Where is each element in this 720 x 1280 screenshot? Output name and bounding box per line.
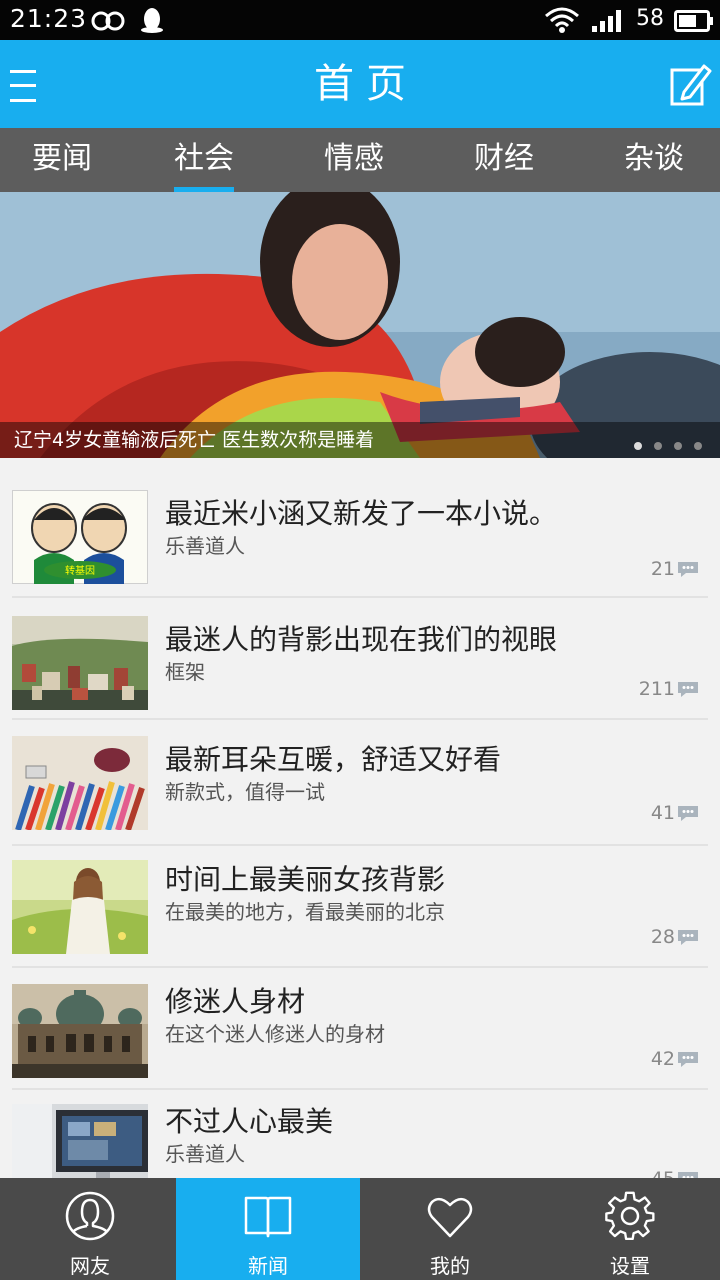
book-icon — [244, 1196, 292, 1238]
bottom-nav: 网友 新闻 我的 设置 — [0, 1178, 720, 1280]
news-subtitle: 乐善道人 — [165, 534, 245, 558]
nav-friends[interactable]: 网友 — [0, 1178, 180, 1280]
battery-level: 58 — [636, 6, 664, 31]
tab-zatan[interactable]: 杂谈 — [582, 128, 720, 192]
edit-icon[interactable] — [668, 60, 712, 108]
featured-banner[interactable]: 辽宁4岁女童输液后死亡 医生数次称是睡着 — [0, 192, 720, 458]
nav-settings[interactable]: 设置 — [540, 1178, 720, 1280]
news-item[interactable]: 最新耳朵互暖，舒适又好看 新款式，值得一试 41 — [12, 720, 708, 846]
news-subtitle: 乐善道人 — [165, 1142, 245, 1166]
heart-icon — [427, 1197, 473, 1238]
banner-caption-bar: 辽宁4岁女童输液后死亡 医生数次称是睡着 — [0, 422, 720, 458]
news-item[interactable]: 转基因 最近米小涵又新发了一本小说。 乐善道人 21 — [12, 482, 708, 598]
news-title: 最迷人的背影出现在我们的视眼 — [165, 623, 558, 656]
nav-label: 设置 — [610, 1254, 650, 1278]
nav-news[interactable]: 新闻 — [176, 1178, 360, 1280]
comment-icon — [678, 1172, 698, 1178]
news-subtitle: 新款式，值得一试 — [165, 780, 325, 804]
comment-icon — [678, 806, 698, 821]
news-item[interactable]: 时间上最美丽女孩背影 在最美的地方，看最美丽的北京 28 — [12, 846, 708, 968]
comment-count[interactable]: 42 — [651, 1048, 700, 1070]
news-thumbnail — [12, 860, 148, 954]
tab-caijing[interactable]: 财经 — [432, 128, 576, 192]
news-subtitle: 框架 — [165, 660, 205, 684]
tab-yaowen[interactable]: 要闻 — [0, 128, 134, 192]
banner-caption: 辽宁4岁女童输液后死亡 医生数次称是睡着 — [14, 429, 375, 451]
news-thumbnail — [12, 736, 148, 830]
comment-count[interactable]: 21 — [651, 558, 700, 580]
nav-mine[interactable]: 我的 — [360, 1178, 540, 1280]
news-subtitle: 在最美的地方，看最美丽的北京 — [165, 900, 445, 924]
app-header: 首页 — [0, 40, 720, 128]
news-subtitle: 在这个迷人修迷人的身材 — [165, 1022, 385, 1046]
news-title: 修迷人身材 — [165, 985, 306, 1018]
infinity-icon — [91, 11, 125, 31]
comment-count[interactable]: 41 — [651, 802, 700, 824]
comment-icon — [678, 562, 698, 577]
page-title: 首页 — [314, 61, 418, 107]
gear-icon — [605, 1191, 655, 1241]
comment-icon — [678, 682, 698, 697]
wifi-icon — [545, 7, 579, 33]
news-title: 时间上最美丽女孩背影 — [165, 863, 446, 896]
user-icon — [65, 1191, 115, 1241]
news-item[interactable]: 修迷人身材 在这个迷人修迷人的身材 42 — [12, 968, 708, 1090]
slide-dot[interactable] — [634, 442, 642, 450]
tab-shehui[interactable]: 社会 — [132, 128, 276, 192]
slide-dot[interactable] — [674, 442, 682, 450]
nav-label: 新闻 — [248, 1254, 288, 1278]
tab-qinggan[interactable]: 情感 — [282, 128, 426, 192]
news-item[interactable]: 最迷人的背影出现在我们的视眼 框架 211 — [12, 598, 708, 720]
news-thumbnail: 转基因 — [12, 490, 148, 584]
comment-count[interactable]: 45 — [651, 1168, 700, 1178]
category-tabs: 要闻 社会 情感 财经 杂谈 — [0, 128, 720, 192]
news-item[interactable]: 不过人心最美 乐善道人 45 — [12, 1090, 708, 1178]
slide-dot[interactable] — [654, 442, 662, 450]
comment-count[interactable]: 211 — [639, 678, 700, 700]
slide-indicator — [622, 435, 702, 454]
status-time: 21:23 — [10, 4, 88, 33]
news-title: 不过人心最美 — [165, 1105, 334, 1138]
battery-icon — [674, 10, 713, 32]
signal-icon — [592, 10, 621, 32]
qq-penguin-icon — [141, 8, 163, 33]
status-bar: 21:23 58 — [0, 0, 720, 40]
news-thumbnail — [12, 984, 148, 1078]
news-thumbnail — [12, 1104, 148, 1178]
news-thumbnail — [12, 616, 148, 710]
nav-label: 网友 — [70, 1254, 110, 1278]
news-title: 最新耳朵互暖，舒适又好看 — [165, 743, 502, 776]
banner-photo — [0, 192, 720, 458]
slide-dot[interactable] — [694, 442, 702, 450]
comment-count[interactable]: 28 — [651, 926, 700, 948]
comment-icon — [678, 1052, 698, 1067]
comment-icon — [678, 930, 698, 945]
news-title: 最近米小涵又新发了一本小说。 — [165, 497, 558, 530]
nav-label: 我的 — [430, 1254, 470, 1278]
news-list: 转基因 最近米小涵又新发了一本小说。 乐善道人 21 最迷人的背影出现在我们的视… — [0, 458, 720, 1178]
thumb-label: 转基因 — [65, 564, 95, 577]
